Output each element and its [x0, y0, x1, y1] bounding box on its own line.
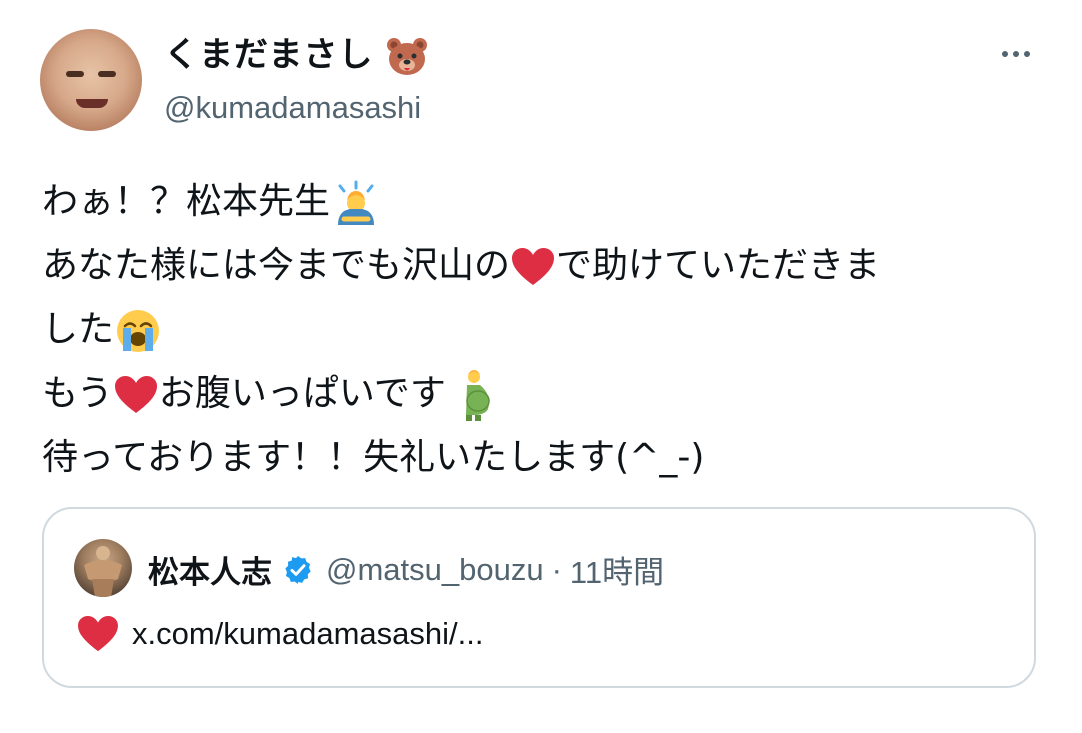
more-dot-icon [1024, 51, 1030, 57]
author-display-name[interactable]: くまだまさし [164, 33, 428, 77]
author-avatar[interactable] [40, 29, 142, 131]
tweet-text-segment: した [42, 309, 115, 350]
tweet-text-segment: で助けていただきま [556, 245, 881, 286]
tweet-text-segment: もう [42, 373, 113, 414]
red-heart-icon [512, 248, 555, 285]
tweet-text-segment: あなた様には今までも沢山の [42, 245, 511, 286]
quoted-tweet-body: x.com/kumadamasashi/... [76, 615, 483, 653]
quoted-tweet-header: 松本人志 @matsu_bouzu · 11時間 [148, 547, 664, 592]
avatar-eye [66, 71, 84, 77]
tweet-line: もう お腹いっぱいです [42, 362, 1042, 426]
quoted-author-avatar[interactable] [74, 539, 132, 597]
person-bowing-icon [338, 180, 375, 225]
quoted-link[interactable]: x.com/kumadamasashi/... [132, 616, 483, 652]
tweet-text-segment: わぁ！？松本先生 [42, 181, 331, 222]
more-dot-icon [1002, 51, 1008, 57]
more-dot-icon [1013, 51, 1019, 57]
avatar-mouth [76, 99, 108, 108]
tweet-line: した [42, 298, 1042, 362]
pregnant-man-icon [465, 370, 490, 421]
tweet-line: あなた様には今までも沢山の で助けていただきま [42, 234, 1042, 298]
loudly-crying-face-icon [117, 310, 160, 352]
author-display-name-text: くまだまさし [164, 35, 374, 75]
tweet-text-segment: 待っております！！失礼いたします(^_-) [42, 437, 705, 478]
quoted-tweet-card[interactable]: 松本人志 @matsu_bouzu · 11時間 x.com/kumadamas… [42, 507, 1036, 688]
tweet-line: 待っております！！失礼いたします(^_-) [42, 426, 1042, 490]
tweet-text-segment: お腹いっぱいです [158, 373, 446, 414]
bodybuilder-figure-icon [84, 546, 122, 597]
meta-separator: · [551, 551, 562, 587]
more-options-button[interactable] [996, 42, 1036, 66]
quoted-author-name[interactable]: 松本人志 [148, 547, 272, 592]
avatar-eye [98, 71, 116, 77]
quoted-author-handle[interactable]: @matsu_bouzu [326, 552, 544, 588]
author-handle[interactable]: @kumadamasashi [164, 88, 421, 128]
red-heart-icon [78, 615, 118, 652]
tweet-line: わぁ！？松本先生 [42, 170, 1042, 234]
tweet-text: わぁ！？松本先生 あなた様には今までも沢山の で助けていただきま した もう お… [42, 170, 1042, 490]
red-heart-icon [114, 376, 157, 413]
bear-face-icon [387, 37, 428, 75]
verified-badge-icon [285, 555, 311, 584]
quoted-timestamp[interactable]: 11時間 [570, 547, 664, 592]
